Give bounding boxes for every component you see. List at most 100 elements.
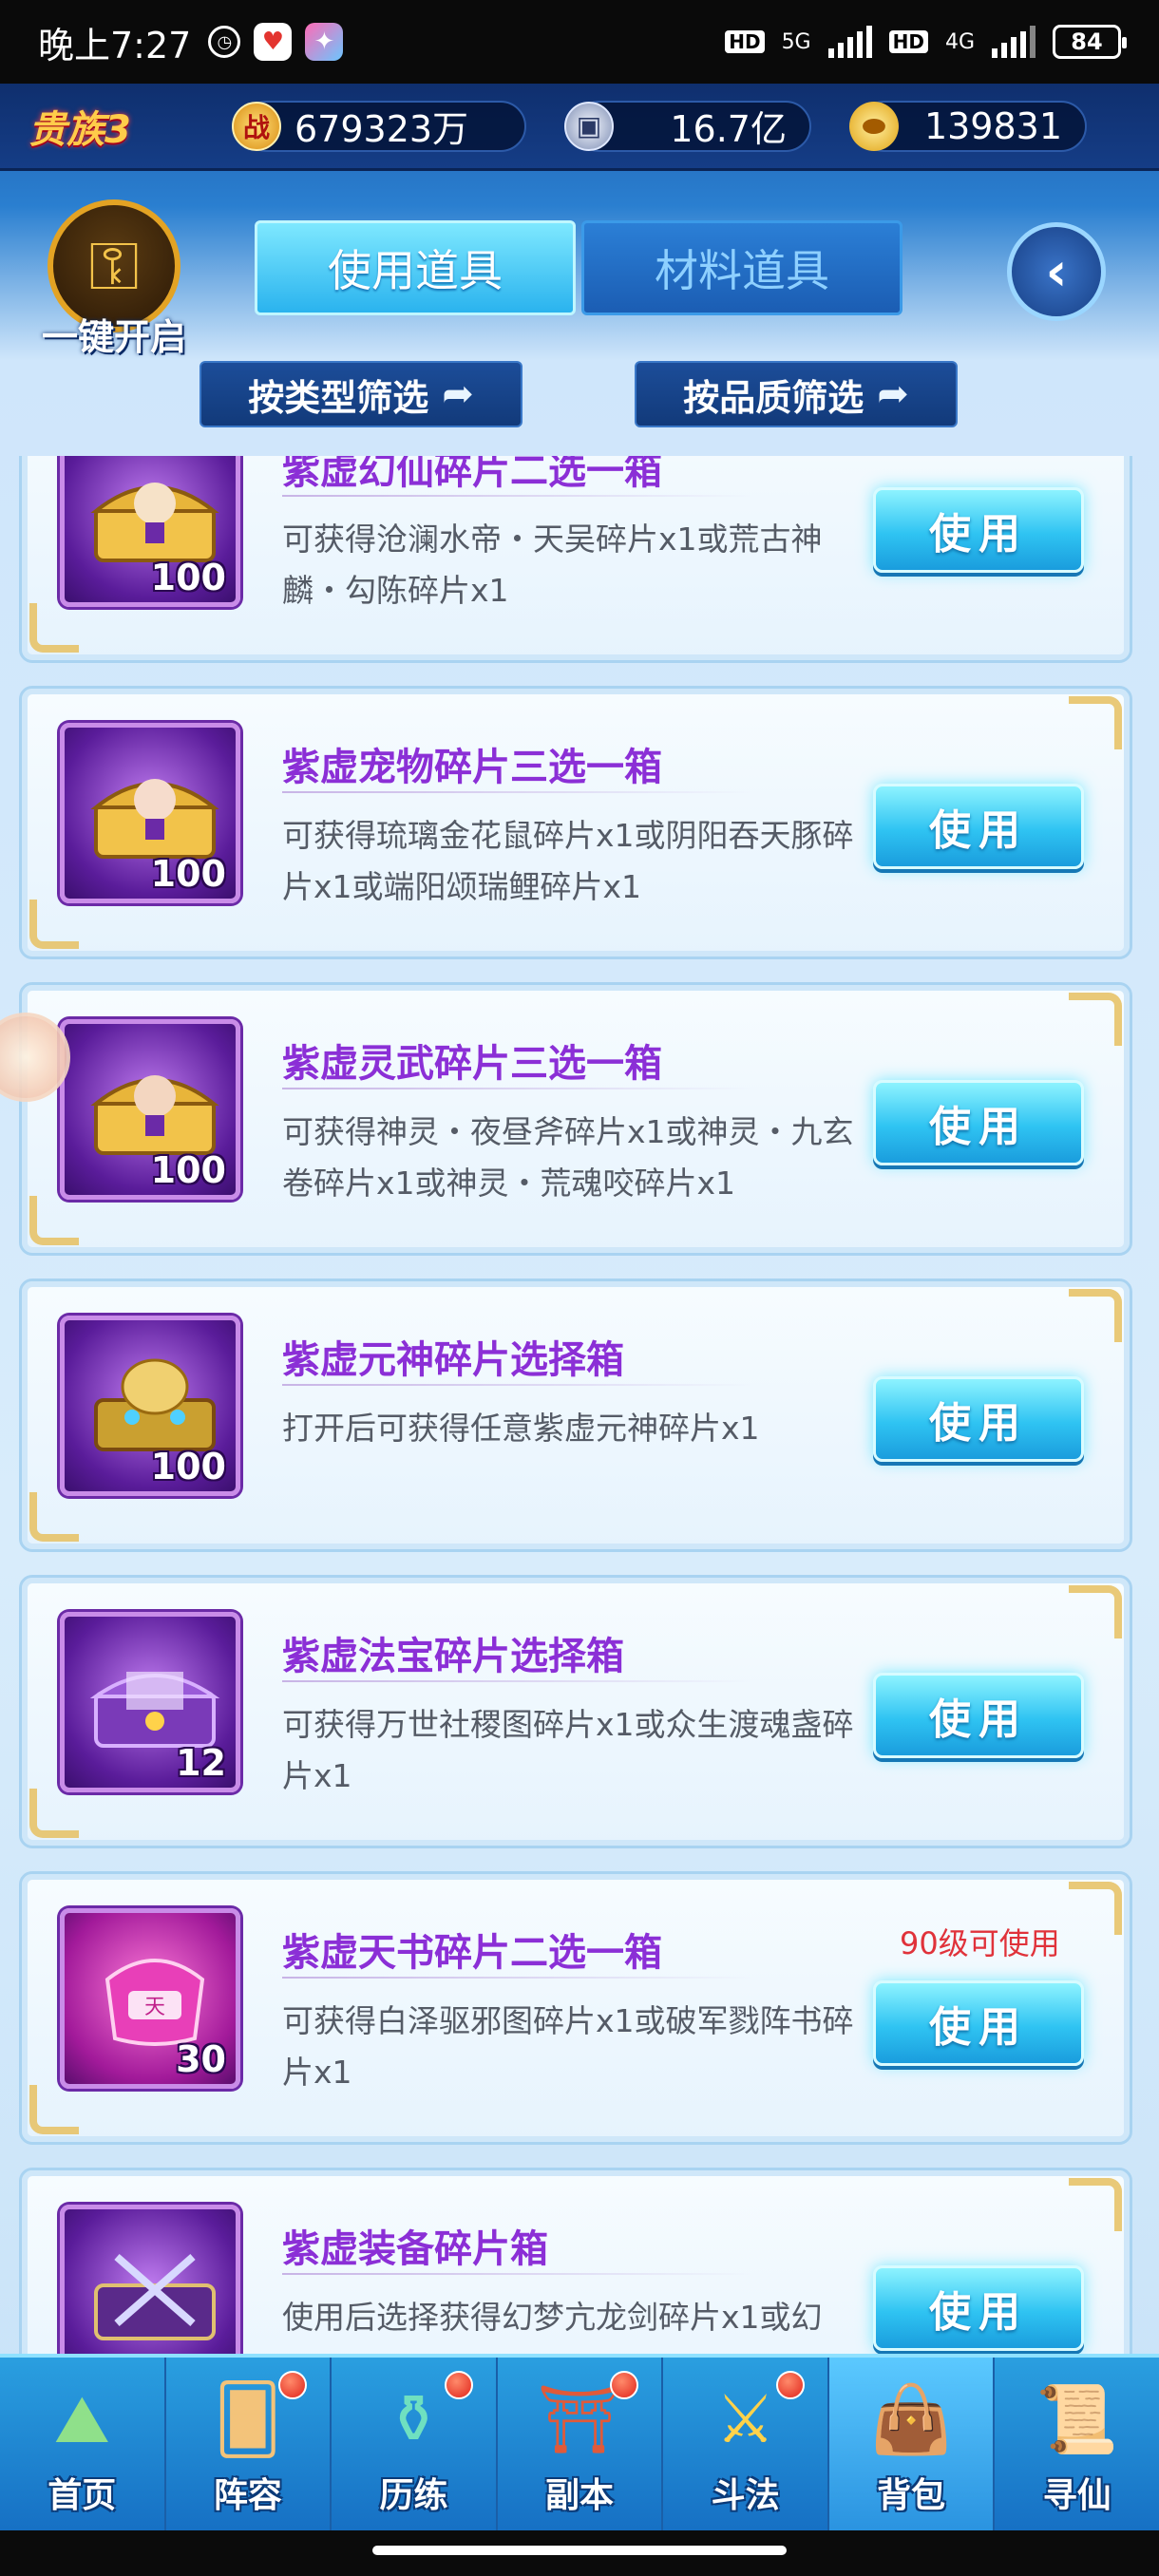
list-item: 100 紫虚宠物碎片三选一箱 可获得琉璃金花鼠碎片x1或阴阳吞天豚碎片x1或端阳… — [19, 686, 1132, 959]
card-corner-ornament — [29, 1789, 79, 1838]
card-corner-ornament — [29, 1196, 79, 1245]
card-corner-ornament — [1069, 2178, 1122, 2231]
bottom-nav: ⛰ 首页 🂠 阵容 ⚱ 历练 ⛩ 副本 ⚔ 斗法 👜 背包 📜 寻仙 — [0, 2354, 1159, 2530]
card-corner-ornament — [1069, 1289, 1122, 1342]
filter-by-quality-label: 按品质筛选 — [683, 376, 864, 419]
title-divider — [282, 2273, 757, 2275]
item-list[interactable]: 100 紫虚幻仙碎片二选一箱 可获得沧澜水帝・天吴碎片x1或荒古神麟・勾陈碎片x… — [0, 456, 1159, 2354]
item-count: 30 — [176, 2038, 226, 2080]
item-description: 使用后选择获得幻梦亢龙剑碎片x1或幻 — [282, 2299, 823, 2336]
nav-dungeon[interactable]: ⛩ 副本 — [498, 2358, 664, 2530]
silver-coin-icon: ▣ — [564, 101, 614, 151]
chest-icon — [90, 1075, 219, 1155]
item-description: 可获得神灵・夜昼斧碎片x1或神灵・九玄卷碎片x1或神灵・荒魂咬碎片x1 — [282, 1113, 854, 1202]
scroll-bag-icon: 天 — [104, 1959, 205, 2046]
card-corner-ornament — [29, 1492, 79, 1542]
item-count: 100 — [150, 557, 226, 598]
app-notification-icon: ♥ — [254, 23, 293, 61]
title-divider — [282, 791, 757, 793]
item-title: 紫虚灵武碎片三选一箱 — [282, 1042, 662, 1086]
title-divider — [282, 495, 757, 497]
use-button[interactable]: 使用 — [873, 1080, 1084, 1165]
item-thumbnail[interactable]: 天 30 — [60, 1908, 240, 2089]
home-gesture-bar[interactable] — [372, 2546, 787, 2555]
use-button[interactable]: 使用 — [873, 2265, 1084, 2351]
title-divider — [282, 1088, 757, 1089]
silver-display[interactable]: ▣ 16.7亿 — [564, 100, 811, 152]
item-count: 100 — [150, 1149, 226, 1191]
nav-home-label: 首页 — [48, 2476, 117, 2515]
bag-icon: 👜 — [869, 2379, 953, 2458]
nav-training-label: 历练 — [379, 2476, 448, 2515]
arrow-icon: ➦ — [877, 372, 909, 416]
item-description: 可获得白泽驱邪图碎片x1或破军戮阵书碎片x1 — [282, 2002, 854, 2091]
use-button[interactable]: 使用 — [873, 1673, 1084, 1758]
filter-by-quality-button[interactable]: 按品质筛选 ➦ — [635, 361, 958, 427]
list-item: 天 30 紫虚天书碎片二选一箱 90级可使用 可获得白泽驱邪图碎片x1或破军戮阵… — [19, 1871, 1132, 2145]
use-button[interactable]: 使用 — [873, 1376, 1084, 1462]
nav-seek[interactable]: 📜 寻仙 — [995, 2358, 1159, 2530]
item-count: 12 — [176, 1742, 226, 1784]
card-corner-ornament — [29, 900, 79, 949]
hd-badge: HD — [725, 30, 765, 53]
status-bar: 晚上7:27 ◷ ♥ ✦ HD 5G HD 4G 84 — [0, 0, 1159, 84]
noble-level[interactable]: 贵族3 — [28, 99, 218, 154]
use-button[interactable]: 使用 — [873, 487, 1084, 573]
status-time: 晚上7:27 — [38, 24, 192, 66]
nav-bag[interactable]: 👜 背包 — [828, 2358, 996, 2530]
item-thumbnail[interactable]: 100 — [60, 1316, 240, 1496]
card-corner-ornament — [29, 2085, 79, 2134]
seek-icon: 📜 — [1036, 2379, 1119, 2458]
back-button[interactable]: ‹ — [1007, 222, 1106, 321]
bag-tabs: 使用道具 材料道具 — [255, 220, 902, 315]
network-5g: 5G — [781, 29, 811, 54]
bag-header: ⚿ 一键开启 使用道具 材料道具 ‹ 按类型筛选 ➦ 按品质筛选 ➦ — [0, 171, 1159, 456]
game-notification-icon: ✦ — [305, 23, 344, 61]
onekey-open-button[interactable]: ⚿ 一键开启 — [38, 199, 190, 370]
list-item: 100 紫虚幻仙碎片二选一箱 可获得沧澜水帝・天吴碎片x1或荒古神麟・勾陈碎片x… — [19, 456, 1132, 663]
tab-material-items[interactable]: 材料道具 — [581, 220, 902, 315]
hd-badge-2: HD — [888, 30, 928, 53]
filter-by-type-button[interactable]: 按类型筛选 ➦ — [200, 361, 522, 427]
nav-lineup[interactable]: 🂠 阵容 — [166, 2358, 332, 2530]
item-thumbnail[interactable]: 100 — [60, 723, 240, 903]
gold-value: 139831 — [923, 104, 1062, 147]
item-title: 紫虚装备碎片箱 — [282, 2227, 548, 2271]
onekey-open-label: 一键开启 — [41, 316, 186, 358]
tab-use-items[interactable]: 使用道具 — [255, 220, 576, 315]
item-thumbnail[interactable]: 100 — [60, 456, 240, 607]
battery-indicator: 84 — [1053, 25, 1127, 59]
power-value: 679323万 — [294, 108, 469, 150]
item-thumbnail[interactable]: 100 — [60, 1019, 240, 1200]
power-display: 战 679323万 — [232, 100, 526, 152]
signal-icon — [827, 26, 872, 58]
notification-dot — [775, 2371, 805, 2399]
item-title: 紫虚幻仙碎片二选一箱 — [282, 456, 662, 493]
gold-display[interactable]: ⬬ 139831 — [849, 100, 1087, 152]
equipment-chest-icon — [94, 2253, 216, 2340]
nav-battle[interactable]: ⚔ 斗法 — [663, 2358, 829, 2530]
use-button[interactable]: 使用 — [873, 784, 1084, 869]
nav-battle-label: 斗法 — [711, 2476, 780, 2515]
item-thumbnail[interactable] — [60, 2205, 240, 2354]
nav-bag-label: 背包 — [877, 2476, 946, 2515]
item-count: 100 — [150, 853, 226, 895]
nav-lineup-label: 阵容 — [213, 2476, 282, 2515]
title-divider — [282, 1977, 757, 1979]
item-count: 100 — [150, 1446, 226, 1487]
network-4g: 4G — [944, 29, 975, 54]
title-divider — [282, 1680, 757, 1682]
nav-home[interactable]: ⛰ 首页 — [0, 2358, 166, 2530]
level-requirement: 90级可使用 — [900, 1925, 1060, 1961]
resource-bar: 贵族3 战 679323万 ▣ 16.7亿 ⬬ 139831 — [0, 84, 1159, 171]
use-button[interactable]: 使用 — [873, 1980, 1084, 2066]
item-thumbnail[interactable]: 12 — [60, 1612, 240, 1792]
alarm-icon: ◷ — [208, 26, 241, 58]
back-arrow-icon: ‹ — [1045, 240, 1068, 303]
gold-ingot-icon: ⬬ — [849, 101, 899, 151]
filter-bar: 按类型筛选 ➦ 按品质筛选 ➦ — [200, 361, 958, 427]
svg-text:天: 天 — [144, 1996, 165, 2019]
item-title: 紫虚法宝碎片选择箱 — [282, 1635, 624, 1678]
home-icon: ⛰ — [53, 2379, 110, 2458]
nav-training[interactable]: ⚱ 历练 — [332, 2358, 498, 2530]
